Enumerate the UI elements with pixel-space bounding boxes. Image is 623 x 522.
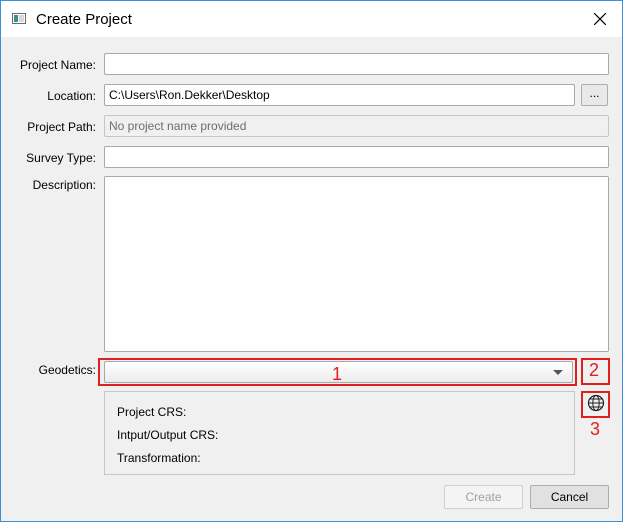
browse-location-button[interactable]: ...: [581, 84, 608, 106]
survey-type-label: Survey Type:: [26, 151, 96, 165]
close-icon: [594, 13, 606, 25]
app-window-icon: [12, 13, 26, 24]
annotation-number-1: 1: [332, 364, 343, 384]
project-name-label: Project Name:: [19, 58, 96, 72]
description-textarea[interactable]: [104, 176, 609, 352]
globe-button[interactable]: [587, 394, 605, 415]
description-label: Description:: [32, 178, 96, 192]
project-crs-label: Project CRS:: [117, 405, 187, 419]
close-button[interactable]: [579, 3, 621, 35]
project-name-field[interactable]: [104, 53, 609, 75]
create-project-dialog: Create Project Project Name: Location: C…: [0, 0, 623, 522]
crs-info-panel: Project CRS: Intput/Output CRS: Transfor…: [104, 391, 575, 475]
cancel-button[interactable]: Cancel: [530, 485, 609, 509]
window-title: Create Project: [36, 11, 132, 28]
title-bar: Create Project: [1, 1, 622, 37]
location-label: Location:: [47, 89, 96, 103]
io-crs-label: Intput/Output CRS:: [117, 428, 219, 442]
create-button[interactable]: Create: [444, 485, 523, 509]
location-field[interactable]: C:\Users\Ron.Dekker\Desktop: [104, 84, 575, 106]
survey-type-field[interactable]: [104, 146, 609, 168]
globe-icon: [587, 394, 605, 412]
geodetics-label: Geodetics:: [38, 363, 96, 377]
annotation-number-2: 2: [589, 360, 600, 380]
transformation-label: Transformation:: [117, 451, 201, 465]
project-path-field: No project name provided: [104, 115, 609, 137]
project-path-label: Project Path:: [27, 120, 96, 134]
annotation-number-3: 3: [590, 419, 601, 439]
